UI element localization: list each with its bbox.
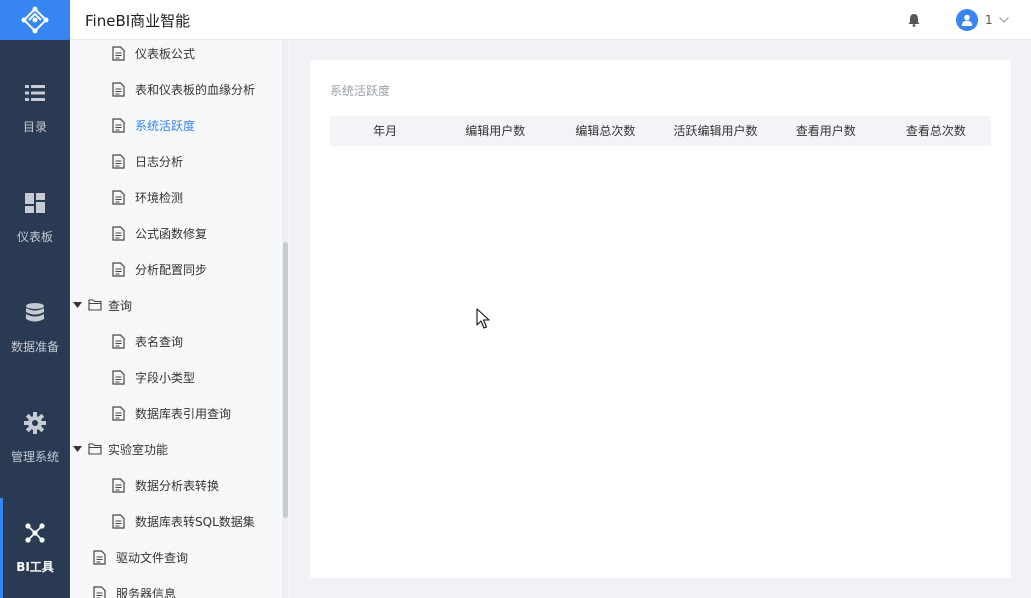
file-icon [112,333,125,349]
tree-folder-label: 实验室功能 [108,442,169,457]
nav-rail: 目录 仪表板 数据准备 管理系统 BI工具 [0,0,70,598]
tree-item-formula-repair[interactable]: 公式函数修复 [112,215,207,251]
tree-item-label: 数据库表引用查询 [135,406,232,421]
tree-item-label: 服务器信息 [116,586,177,598]
file-icon [112,153,125,169]
content-card: 系统活跃度 年月 编辑用户数 编辑总次数 活跃编辑用户数 查看用户数 查看总次数 [310,60,1011,578]
tree-item-lineage-analysis[interactable]: 表和仪表板的血缘分析 [112,71,255,107]
tree-item-label: 数据分析表转换 [135,478,220,493]
column-header-edit-count[interactable]: 编辑总次数 [550,116,660,146]
folder-open-icon [88,443,102,455]
gear-icon [24,411,46,434]
tree-folder-lab[interactable]: 实验室功能 [73,431,168,467]
top-header: FineBI商业智能 1 [70,0,1031,40]
tree-item-label: 环境检测 [135,190,184,205]
tree-item-label: 公式函数修复 [135,226,208,241]
rail-item-label: BI工具 [16,559,54,574]
rail-item-catalog[interactable]: 目录 [0,58,70,158]
file-icon [112,45,125,61]
tree-item-env-check[interactable]: 环境检测 [112,179,183,215]
column-header-edit-users[interactable]: 编辑用户数 [440,116,550,146]
tree-folder-label: 查询 [108,298,133,313]
file-icon [112,189,125,205]
tree-item-label: 表和仪表板的血缘分析 [135,82,256,97]
tree-item-label: 分析配置同步 [135,262,208,277]
file-icon [112,477,125,493]
rail-item-label: 管理系统 [10,449,59,464]
tree-item-label: 驱动文件查询 [116,550,189,565]
page-title: 系统活跃度 [330,84,391,98]
logo[interactable] [0,0,70,40]
column-header-active-edit-users[interactable]: 活跃编辑用户数 [660,116,770,146]
folder-open-icon [88,299,102,311]
file-icon [112,261,125,277]
mouse-cursor-icon [476,308,490,329]
file-icon [112,369,125,385]
database-icon [26,302,44,321]
caret-down-icon [73,302,82,308]
file-icon [112,405,125,421]
tree-folder-query[interactable]: 查询 [73,287,132,323]
rail-item-label: 目录 [22,119,47,134]
tree-item-label: 日志分析 [135,154,184,169]
user-menu[interactable]: 1 [956,9,1009,31]
app-title: FineBI商业智能 [85,12,191,30]
tree-item-field-subtype[interactable]: 字段小类型 [112,359,195,395]
tree-item-label: 表名查询 [135,334,184,349]
bell-icon[interactable] [907,13,921,27]
tree-item-label: 系统活跃度 [135,118,196,133]
tree-item-dashboard-formula[interactable]: 仪表板公式 [112,40,195,71]
file-icon [112,513,125,529]
file-icon [112,225,125,241]
tree-item-db-table-ref-query[interactable]: 数据库表引用查询 [112,395,231,431]
tree-item-analysis-table-convert[interactable]: 数据分析表转换 [112,467,219,503]
tree-item-server-info[interactable]: 服务器信息 [93,575,176,598]
network-icon [25,522,45,543]
dashboard-icon [25,192,45,213]
tree-item-db-to-sql-dataset[interactable]: 数据库表转SQL数据集 [112,503,255,539]
file-icon [112,117,125,133]
column-header-view-users[interactable]: 查看用户数 [771,116,881,146]
column-header-view-count[interactable]: 查看总次数 [881,116,991,146]
chevron-down-icon [998,17,1009,23]
tree-item-system-activity[interactable]: 系统活跃度 [112,107,195,143]
tree-item-driver-query[interactable]: 驱动文件查询 [93,539,188,575]
tool-tree: 仪表板公式 表和仪表板的血缘分析 系统活跃度 日志分析 环境检测 公式函数修复 … [70,40,290,598]
tree-item-config-sync[interactable]: 分析配置同步 [112,251,207,287]
avatar [956,9,978,31]
tree-item-label: 字段小类型 [135,370,196,385]
column-header-year-month[interactable]: 年月 [330,116,440,146]
logo-icon [21,6,49,34]
tree-item-label: 数据库表转SQL数据集 [135,514,255,529]
tree-item-table-name-query[interactable]: 表名查询 [112,323,183,359]
user-name: 1 [985,13,993,27]
tree-item-log-analysis[interactable]: 日志分析 [112,143,183,179]
caret-down-icon [73,446,82,452]
rail-item-data-prep[interactable]: 数据准备 [0,278,70,378]
list-icon [25,84,45,101]
rail-item-admin[interactable]: 管理系统 [0,388,70,488]
rail-item-dashboard[interactable]: 仪表板 [0,168,70,268]
rail-item-label: 数据准备 [10,339,59,354]
tree-item-label: 仪表板公式 [135,46,196,61]
tree-scroll-thumb[interactable] [283,242,288,518]
rail-item-bi-tools[interactable]: BI工具 [0,498,70,598]
table-header: 年月 编辑用户数 编辑总次数 活跃编辑用户数 查看用户数 查看总次数 [330,116,991,146]
file-icon [93,549,106,565]
user-icon [961,14,973,26]
file-icon [93,585,106,598]
rail-item-label: 仪表板 [16,229,53,244]
file-icon [112,81,125,97]
